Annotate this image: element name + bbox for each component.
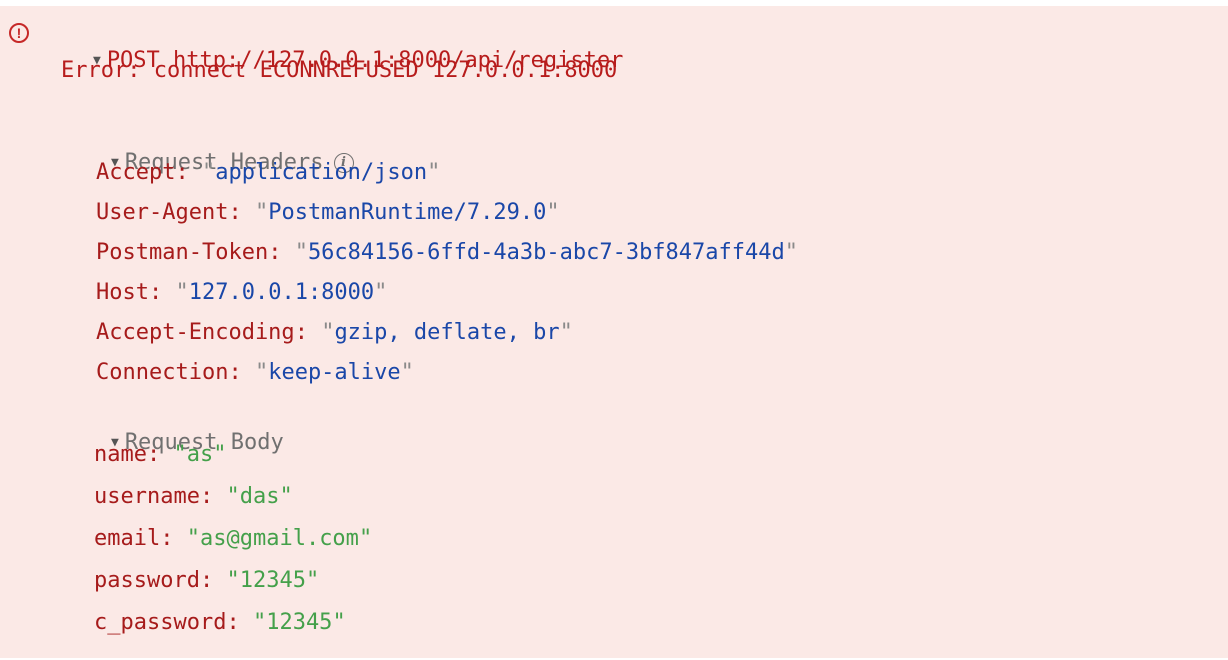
header-value: application/json xyxy=(215,160,428,185)
body-row: username: "das" xyxy=(94,484,293,509)
header-key: Accept-Encoding xyxy=(96,320,295,345)
header-value: gzip, deflate, br xyxy=(334,320,560,345)
header-value: 56c84156-6ffd-4a3b-abc7-3bf847aff44d xyxy=(307,240,785,265)
body-value: as@gmail.com xyxy=(199,526,359,551)
header-key: Connection xyxy=(96,360,229,385)
body-row: c_password: "12345" xyxy=(94,610,346,635)
body-key: username xyxy=(94,484,200,509)
header-value: PostmanRuntime/7.29.0 xyxy=(268,200,547,225)
body-value: das xyxy=(239,484,280,509)
body-value: as xyxy=(186,442,214,467)
console-log-entry: ! ▼ POST http://127.0.0.1:8000/api/regist… xyxy=(0,6,1228,658)
header-row: Postman-Token: "56c84156-6ffd-4a3b-abc7-… xyxy=(96,240,799,265)
header-key: Accept xyxy=(96,160,176,185)
request-line[interactable]: ▼ POST http://127.0.0.1:8000/api/register xyxy=(40,16,623,73)
body-value: 12345 xyxy=(266,610,333,635)
body-row: email: "as@gmail.com" xyxy=(94,526,373,551)
body-value: 12345 xyxy=(239,568,306,593)
body-row: password: "12345" xyxy=(94,568,320,593)
body-key: email xyxy=(94,526,161,551)
header-key: Postman-Token xyxy=(96,240,269,265)
header-value: keep-alive xyxy=(268,360,401,385)
header-row: Accept-Encoding: "gzip, deflate, br" xyxy=(96,320,573,345)
header-row: User-Agent: "PostmanRuntime/7.29.0" xyxy=(96,200,560,225)
body-key: name xyxy=(94,442,147,467)
error-circle-icon: ! xyxy=(9,23,29,43)
header-row: Accept: "application/json" xyxy=(96,160,441,185)
body-row: name: "as" xyxy=(94,442,227,467)
error-message: Error: connect ECONNREFUSED 127.0.0.1:80… xyxy=(61,58,618,83)
request-headers-toggle[interactable]: ▼ Request Headers i xyxy=(58,118,354,175)
header-key: Host xyxy=(96,280,149,305)
request-body-toggle[interactable]: ▼ Request Body xyxy=(58,398,284,455)
body-key: c_password xyxy=(94,610,227,635)
header-row: Connection: "keep-alive" xyxy=(96,360,414,385)
body-key: password xyxy=(94,568,200,593)
header-value: 127.0.0.1:8000 xyxy=(188,280,375,305)
header-row: Host: "127.0.0.1:8000" xyxy=(96,280,388,305)
header-key: User-Agent xyxy=(96,200,229,225)
